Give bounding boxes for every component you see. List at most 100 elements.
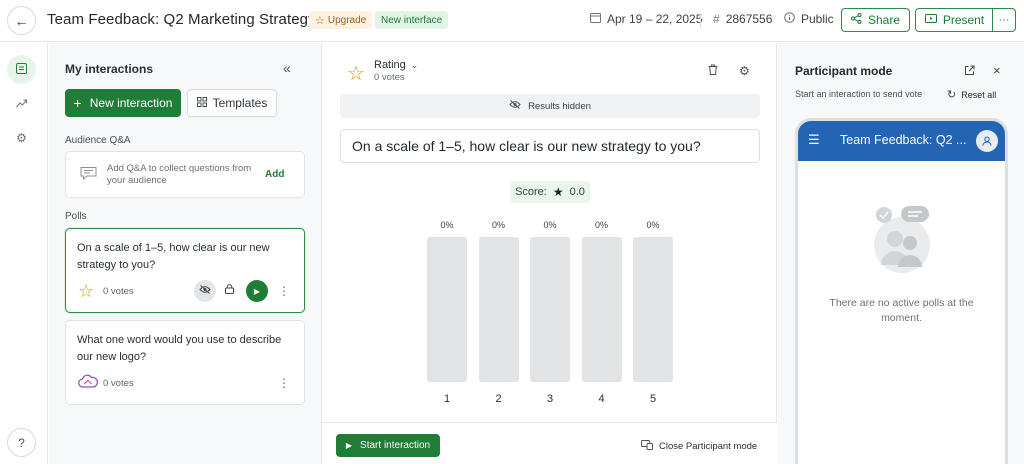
new-interface-badge[interactable]: New interface — [375, 11, 449, 29]
event-code-value: 2867556 — [725, 12, 773, 26]
avatar[interactable] — [976, 130, 998, 152]
poll-card-wordcloud[interactable]: What one word would you use to describe … — [65, 320, 305, 405]
event-code[interactable]: # 2867556 — [713, 12, 772, 26]
plus-icon: + — [73, 95, 82, 111]
poll-options-menu[interactable]: ⋮ — [278, 376, 290, 390]
templates-button[interactable]: Templates — [187, 89, 277, 117]
interaction-editor: ☆ Rating ⌄ 0 votes ⚙ Results hidden On a… — [323, 43, 777, 464]
back-button[interactable]: ← — [7, 6, 36, 35]
close-participant-mode-button[interactable]: Close Participant mode — [641, 440, 757, 453]
poll-question: What one word would you use to describe … — [77, 334, 282, 364]
poll-question: On a scale of 1–5, how clear is our new … — [77, 242, 270, 272]
new-interaction-button[interactable]: + New interaction — [65, 89, 181, 117]
bar-category-label: 2 — [495, 393, 502, 405]
word-cloud-icon — [78, 373, 98, 394]
poll-card-rating[interactable]: On a scale of 1–5, how clear is our new … — [65, 228, 305, 313]
no-active-polls-message: There are no active polls at the moment. — [829, 297, 974, 325]
rating-bar — [633, 237, 673, 382]
settings-icon: ⚙ — [16, 130, 27, 145]
rail-analytics[interactable] — [7, 89, 36, 118]
rating-results-chart: 0% 1 0% 2 0% 3 0% 4 0% 5 — [323, 43, 777, 464]
visibility-setting[interactable]: Public — [784, 12, 834, 26]
present-button[interactable]: Present — [915, 8, 993, 32]
bar-category-label: 3 — [546, 393, 554, 405]
participant-mode-panel: Participant mode × Start an interaction … — [778, 43, 1024, 464]
reset-icon: ↻ — [947, 89, 957, 101]
phone-header: ☰ Team Feedback: Q2 ... — [798, 121, 1005, 161]
collapse-panel-icon[interactable]: « — [283, 60, 291, 76]
screen-icon — [641, 440, 653, 453]
star-icon: ☆ — [315, 14, 325, 27]
polls-section-label: Polls — [65, 211, 87, 222]
rail-interactions[interactable] — [7, 55, 36, 84]
bar-category-label: 4 — [598, 393, 605, 405]
eye-off-icon — [199, 285, 211, 297]
rating-star-icon: ☆ — [78, 281, 95, 301]
upgrade-badge[interactable]: ☆ Upgrade — [309, 11, 373, 29]
bar-value-label: 0% — [440, 220, 454, 230]
close-participant-mode-label: Close Participant mode — [659, 441, 758, 452]
share-button[interactable]: Share — [841, 8, 910, 32]
participant-mode-title: Participant mode — [795, 64, 893, 78]
interactions-panel: My interactions « + New interaction Temp… — [49, 43, 322, 464]
share-icon — [850, 13, 862, 27]
page-title: Team Feedback: Q2 Marketing Strategy — [47, 11, 316, 28]
rail-settings[interactable]: ⚙ — [7, 123, 36, 152]
new-interface-label: New interface — [381, 14, 443, 26]
poll-options-menu[interactable]: ⋮ — [278, 284, 290, 298]
qa-section-label: Audience Q&A — [65, 135, 131, 146]
bar-value-label: 0% — [646, 220, 660, 230]
present-options-button[interactable]: ··· — [992, 8, 1016, 32]
bar-value-label: 0% — [594, 220, 608, 230]
start-poll-button[interactable]: ▶ — [246, 280, 268, 302]
qa-card: Add Q&A to collect questions from your a… — [65, 151, 305, 198]
calendar-icon — [590, 12, 601, 26]
rating-bar — [530, 237, 570, 382]
start-interaction-button[interactable]: ▶ Start interaction — [336, 434, 440, 457]
help-icon: ? — [18, 435, 25, 450]
rating-bar — [581, 237, 622, 382]
present-label: Present — [942, 13, 985, 27]
divider — [700, 14, 701, 28]
bar-value-label: 0% — [543, 220, 557, 230]
help-button[interactable]: ? — [7, 428, 36, 457]
start-interaction-label: Start interaction — [360, 440, 431, 451]
bar-category-label: 5 — [649, 393, 657, 405]
share-label: Share — [867, 13, 901, 27]
present-icon — [924, 13, 937, 27]
rating-bar — [427, 237, 467, 382]
visibility-label: Public — [801, 12, 834, 26]
rating-bar — [478, 237, 519, 382]
new-interaction-label: New interaction — [89, 96, 173, 110]
templates-label: Templates — [212, 96, 268, 110]
hide-results-toggle[interactable] — [194, 280, 216, 302]
play-icon: ▶ — [345, 441, 353, 450]
reset-all-label: Reset all — [961, 89, 997, 100]
panel-title: My interactions — [65, 62, 154, 76]
lock-toggle[interactable] — [225, 284, 234, 297]
open-external-button[interactable] — [964, 65, 975, 79]
analytics-icon — [16, 97, 27, 111]
participant-mode-subtitle: Start an interaction to send vote — [795, 89, 923, 99]
icon-rail: ⚙ ? — [0, 43, 48, 464]
top-bar: ← Team Feedback: Q2 Marketing Strategy ☆… — [0, 0, 1024, 42]
reset-all-button[interactable]: ↻ Reset all — [947, 88, 996, 101]
interactions-icon — [16, 62, 27, 77]
more-horizontal-icon: ··· — [998, 14, 1010, 26]
qa-add-button[interactable]: Add — [265, 169, 284, 180]
poll-votes: 0 votes — [103, 286, 134, 297]
arrow-left-icon: ← — [14, 12, 29, 29]
hamburger-menu-icon[interactable]: ☰ — [808, 132, 820, 148]
info-circle-icon — [784, 12, 795, 26]
bar-value-label: 0% — [491, 220, 505, 230]
event-dates[interactable]: Apr 19 – 22, 2025 — [590, 12, 702, 26]
editor-footer: ▶ Start interaction Close Participant mo… — [323, 422, 777, 464]
upgrade-label: Upgrade — [327, 14, 367, 26]
close-icon[interactable]: × — [993, 63, 1001, 78]
date-range: Apr 19 – 22, 2025 — [607, 12, 703, 26]
hash-icon: # — [713, 12, 720, 26]
phone-preview: ☰ Team Feedback: Q2 ... There are no act… — [795, 118, 1008, 464]
play-icon: ▶ — [253, 286, 261, 296]
chat-bubble-icon — [80, 166, 97, 184]
qa-hint: Add Q&A to collect questions from your a… — [107, 163, 252, 187]
